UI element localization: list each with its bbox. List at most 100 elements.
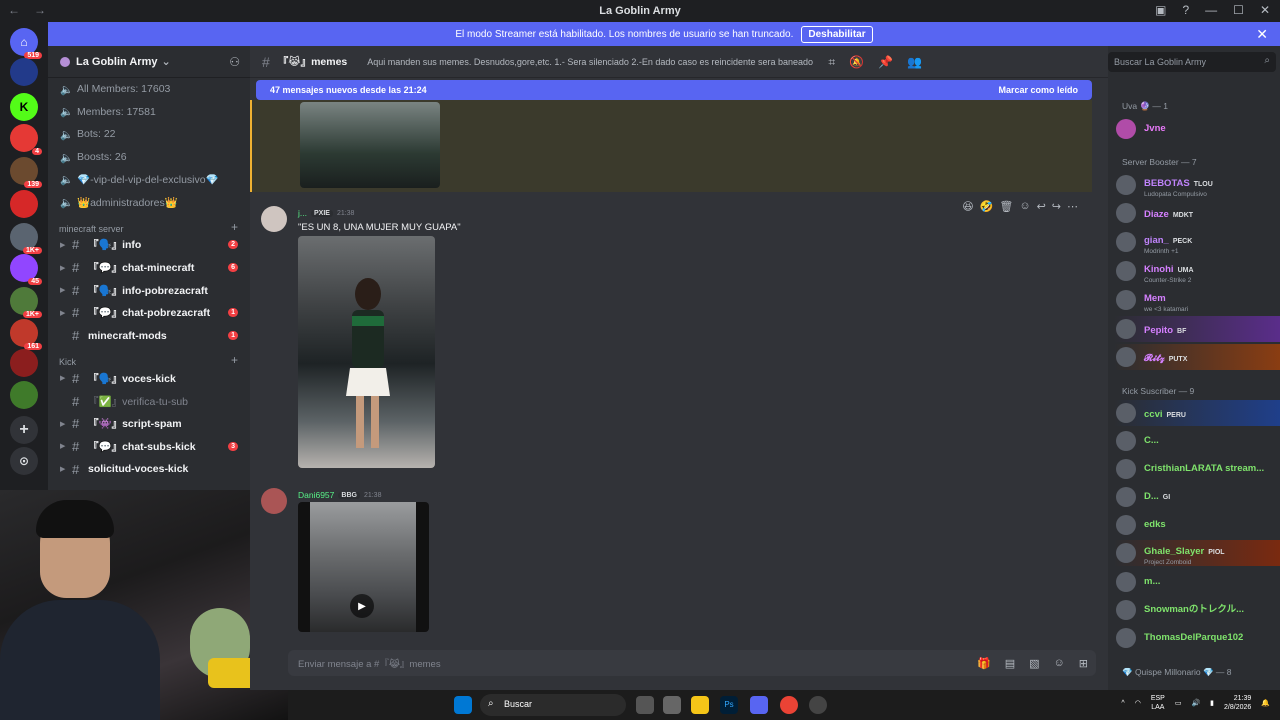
apps-icon[interactable]: ⊞ xyxy=(1079,657,1088,670)
message-composer[interactable]: Enviar mensaje a #『😹』memes 🎁 ▤ ▧ ☺ ⊞ xyxy=(288,650,1096,676)
member-item[interactable]: Pepito BF xyxy=(1114,316,1280,342)
help-icon[interactable]: ? xyxy=(1182,3,1189,17)
reply-icon[interactable]: ↩ xyxy=(1037,200,1046,213)
member-item[interactable]: Diaze MDKT xyxy=(1114,200,1280,226)
close-icon[interactable]: ✕ xyxy=(1256,26,1268,43)
avatar[interactable] xyxy=(261,488,287,514)
network-icon[interactable]: ▭ xyxy=(1175,699,1182,707)
member-item[interactable]: Mem we <3 katamari xyxy=(1114,287,1280,313)
author-name[interactable]: Dani6957 xyxy=(298,490,334,500)
inbox-icon[interactable]: ▣ xyxy=(1155,3,1166,17)
task-view-icon[interactable] xyxy=(636,696,654,714)
author-name[interactable]: j... xyxy=(298,208,307,218)
pin-icon[interactable]: 📌 xyxy=(878,55,893,70)
member-item[interactable]: C... xyxy=(1114,428,1280,454)
file-explorer-icon[interactable] xyxy=(691,696,709,714)
minimize-button[interactable]: — xyxy=(1205,3,1217,17)
server-icon-kick[interactable]: K xyxy=(10,93,38,121)
server-icon[interactable] xyxy=(10,190,38,218)
member-item[interactable]: gian_ PECK Modrinth +1 xyxy=(1114,229,1280,255)
member-item[interactable]: ThomasDelParque102 xyxy=(1114,625,1280,651)
channel-item[interactable]: ▶ # 『🗣️』voces-kick xyxy=(48,367,250,390)
discord-icon[interactable] xyxy=(750,696,768,714)
stat-channel[interactable]: 🔈 Boosts: 26 xyxy=(48,146,250,169)
category-minecraft[interactable]: minecraft server + xyxy=(48,214,250,234)
search-input[interactable]: Buscar La Goblin Army ⌕ xyxy=(1108,52,1276,72)
language-indicator[interactable]: ESP LAA xyxy=(1151,694,1165,712)
channel-item[interactable]: ▶ # solicitud-voces-kick xyxy=(48,458,250,481)
channel-item[interactable]: ▶ # 『🗣️』info 2 xyxy=(48,234,250,257)
channel-item[interactable]: # 『✅』verifica-tu-sub xyxy=(48,390,250,413)
stat-channel[interactable]: 🔈 Bots: 22 xyxy=(48,123,250,146)
reaction-emoji-icon[interactable]: 🤣 xyxy=(980,200,994,213)
mark-as-read-button[interactable]: Marcar como leído xyxy=(998,85,1078,95)
wifi-icon[interactable]: ◠ xyxy=(1135,699,1141,707)
reaction-emoji-icon[interactable]: 🗑 xyxy=(999,200,1013,213)
stat-channel[interactable]: 🔈 All Members: 17603 xyxy=(48,78,250,101)
add-reaction-icon[interactable]: ☺ xyxy=(1019,200,1030,213)
member-item[interactable]: m... xyxy=(1114,569,1280,595)
server-icon[interactable]: 4 xyxy=(10,124,42,155)
taskbar-search[interactable]: ⌕ Buscar xyxy=(480,694,626,716)
add-server-icon[interactable]: + xyxy=(10,416,38,444)
windows-start-icon[interactable] xyxy=(454,696,472,714)
member-item[interactable]: D... GI xyxy=(1114,484,1280,510)
channel-topic[interactable]: Aqui manden sus memes. Desnudos,gore,etc… xyxy=(367,57,813,67)
threads-icon[interactable]: ⌗ xyxy=(828,55,835,70)
add-channel-icon[interactable]: + xyxy=(231,353,238,367)
volume-icon[interactable]: 🔊 xyxy=(1191,699,1200,707)
server-icon[interactable] xyxy=(10,381,38,409)
member-item[interactable]: Ghale_Slayer PIOL Project Zomboid xyxy=(1114,540,1280,566)
member-item[interactable]: CristhianLARATA stream... xyxy=(1114,456,1280,482)
members-icon[interactable]: 👥 xyxy=(907,55,922,70)
guild-header[interactable]: La Goblin Army ⌄ ⚇ xyxy=(48,46,250,78)
photoshop-icon[interactable]: Ps xyxy=(720,696,738,714)
channel-item[interactable]: # minecraft-mods 1 xyxy=(48,324,250,347)
notification-bell-icon[interactable]: 🔔 xyxy=(1261,699,1270,707)
server-icon[interactable]: 1K+ xyxy=(10,223,42,254)
channel-item[interactable]: ▶ # 『💬』chat-subs-kick 3 xyxy=(48,435,250,458)
category-kick[interactable]: Kick + xyxy=(48,347,250,367)
chevron-up-icon[interactable]: ^ xyxy=(1121,700,1124,707)
stat-channel[interactable]: 🔈 Members: 17581 xyxy=(48,101,250,124)
stat-channel[interactable]: 🔈 👑administradores👑 xyxy=(48,191,250,214)
server-icon-twitch[interactable]: 45 xyxy=(10,254,42,285)
channel-item[interactable]: ▶ # 『🗣️』info-pobrezacraft xyxy=(48,279,250,302)
member-item[interactable]: Kinohi UMA Counter-Strike 2 xyxy=(1114,258,1280,284)
forward-icon[interactable]: ↪ xyxy=(1052,200,1061,213)
channel-item[interactable]: ▶ # 『💬』chat-minecraft 6 xyxy=(48,256,250,279)
member-item[interactable]: ccvi PERU xyxy=(1114,400,1280,426)
stat-channel[interactable]: 🔈 💎-vip-del-vip-del-exclusivo💎 xyxy=(48,168,250,191)
channel-item[interactable]: ▶ # 『👾』script-spam xyxy=(48,412,250,435)
disable-streamer-button[interactable]: Deshabilitar xyxy=(801,25,873,43)
app-icon[interactable] xyxy=(663,696,681,714)
channel-item[interactable]: ▶ # 『💬』chat-pobrezacraft 1 xyxy=(48,302,250,325)
member-item[interactable]: BEBOTAS TLOU Ludopata Compulsivo xyxy=(1114,172,1280,198)
battery-icon[interactable]: ▮ xyxy=(1210,699,1214,707)
home-icon[interactable]: ⌂ 519 xyxy=(10,28,42,59)
obs-icon[interactable] xyxy=(809,696,827,714)
member-item[interactable]: Snowmanのトレクル... xyxy=(1114,597,1280,623)
gif-icon[interactable]: ▤ xyxy=(1005,657,1015,670)
video-attachment[interactable]: ▶ xyxy=(298,502,429,632)
new-messages-bar[interactable]: 47 mensajes nuevos desde las 21:24 Marca… xyxy=(256,80,1092,100)
clock[interactable]: 21:39 2/8/2026 xyxy=(1224,694,1251,712)
message-image[interactable] xyxy=(298,236,435,468)
avatar[interactable] xyxy=(261,206,287,232)
close-button[interactable]: ✕ xyxy=(1260,3,1270,17)
reaction-emoji-icon[interactable]: 😆 xyxy=(962,200,973,213)
member-item[interactable]: 𝓡𝓲𝓽𝔃 PUTX xyxy=(1114,344,1280,370)
emoji-icon[interactable]: ☺ xyxy=(1054,657,1065,670)
chrome-icon[interactable] xyxy=(780,696,798,714)
mute-icon[interactable]: 🔕 xyxy=(849,55,864,70)
server-icon[interactable]: 1K+ xyxy=(10,287,42,318)
message-image[interactable] xyxy=(300,102,440,188)
gift-icon[interactable]: 🎁 xyxy=(977,657,991,670)
add-channel-icon[interactable]: + xyxy=(231,220,238,234)
server-icon[interactable]: 139 xyxy=(10,157,42,188)
add-member-icon[interactable]: ⚇ xyxy=(229,55,240,69)
server-icon[interactable]: 161 xyxy=(10,319,42,350)
sticker-icon[interactable]: ▧ xyxy=(1029,657,1039,670)
member-item[interactable]: edks xyxy=(1114,512,1280,538)
server-icon[interactable] xyxy=(10,349,38,377)
